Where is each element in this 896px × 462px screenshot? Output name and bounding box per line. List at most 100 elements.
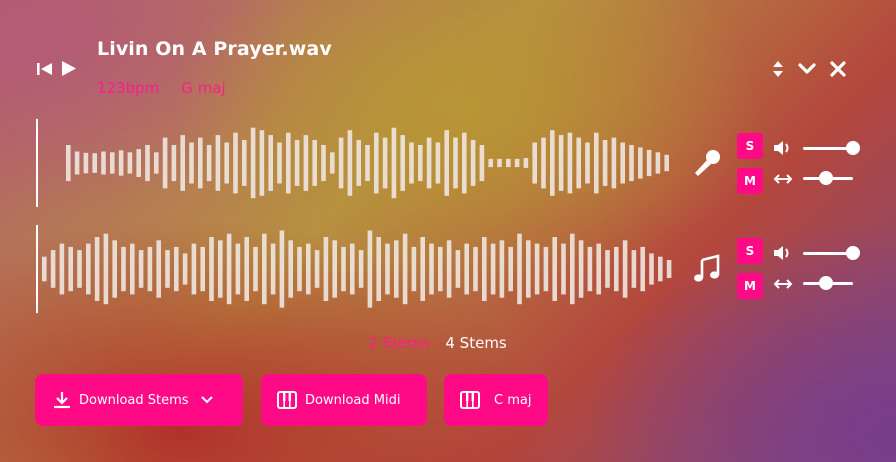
- waveform-bar: [470, 140, 476, 186]
- waveform-bar: [244, 237, 249, 301]
- waveform-bar: [455, 250, 461, 288]
- playhead[interactable]: [36, 225, 38, 313]
- waveform-bar: [517, 233, 522, 305]
- waveform-bar: [154, 152, 159, 174]
- track-meta: 123bpm G maj: [97, 79, 226, 97]
- skip-previous-icon[interactable]: [36, 61, 53, 77]
- waveform-bar: [402, 233, 408, 305]
- waveform-bar: [174, 246, 179, 292]
- waveform-bar: [42, 256, 47, 282]
- volume-knob[interactable]: [846, 246, 860, 260]
- waveform-bar: [462, 132, 467, 194]
- waveform-bar: [385, 243, 390, 295]
- waveform-bar: [180, 135, 185, 191]
- close-icon[interactable]: [830, 61, 846, 77]
- waveform-bar: [268, 135, 273, 191]
- waveform-bar: [330, 152, 335, 174]
- waveform-bar: [242, 140, 247, 186]
- waveform-bar: [365, 145, 370, 182]
- waveform-bar: [162, 137, 168, 189]
- waveform-bar: [614, 246, 619, 292]
- waveform-bar: [622, 240, 628, 298]
- waveform-bar: [68, 246, 73, 292]
- option-4-stems[interactable]: 4 Stems: [445, 334, 506, 352]
- waveform-bar: [347, 130, 353, 196]
- waveform-bar: [297, 246, 302, 292]
- piano-icon: [277, 391, 297, 409]
- waveform-bar: [666, 260, 672, 278]
- waveform-bar: [576, 137, 581, 189]
- playhead[interactable]: [36, 119, 38, 207]
- waveform-bar: [479, 145, 485, 182]
- waveform-bar: [508, 246, 513, 292]
- download-stems-label: Download Stems: [79, 392, 189, 408]
- chevron-down-icon[interactable]: [798, 62, 816, 76]
- file-title: Livin On A Prayer.wav: [97, 38, 332, 60]
- resize-vertical-icon[interactable]: [772, 60, 784, 78]
- waveform-bar: [259, 130, 265, 196]
- waveform-bar: [136, 149, 141, 177]
- waveform-bar: [66, 145, 71, 182]
- solo-button-vocals[interactable]: S: [737, 133, 763, 159]
- waveform-bar: [314, 250, 320, 288]
- mute-button-music[interactable]: M: [737, 273, 763, 299]
- waveform-bar: [534, 243, 540, 295]
- waveform-bar: [473, 246, 478, 292]
- waveform-bar: [640, 246, 645, 292]
- waveform-bar: [605, 250, 610, 288]
- waveform-bar: [358, 250, 364, 288]
- waveform-bar: [646, 149, 652, 177]
- waveform-track-vocals[interactable]: [36, 119, 676, 207]
- download-midi-button[interactable]: Download Midi: [261, 374, 427, 426]
- solo-button-music[interactable]: S: [737, 238, 763, 264]
- key-button[interactable]: C maj: [444, 374, 548, 426]
- mute-button-vocals[interactable]: M: [737, 168, 763, 194]
- waveform-bar: [209, 237, 214, 301]
- waveform-bar: [341, 246, 346, 292]
- play-icon[interactable]: [61, 60, 77, 77]
- waveform-bar: [558, 135, 564, 191]
- waveform-bar: [270, 243, 276, 295]
- pan-knob[interactable]: [818, 276, 833, 290]
- waveform-bar: [523, 158, 529, 168]
- waveform-bar: [655, 152, 661, 174]
- waveform-bar: [200, 246, 205, 292]
- waveform-bar: [629, 145, 634, 182]
- volume-knob[interactable]: [846, 141, 860, 155]
- download-icon: [53, 391, 71, 409]
- waveform-bar: [541, 137, 546, 189]
- waveform-bar: [189, 142, 194, 184]
- waveform-bar: [77, 250, 82, 288]
- option-2-stems[interactable]: 2 Stems: [368, 334, 429, 352]
- waveform-bar: [294, 140, 300, 186]
- waveform-bar: [409, 142, 414, 184]
- download-stems-button[interactable]: Download Stems: [35, 374, 243, 426]
- waveform-bar: [631, 250, 637, 288]
- waveform-bar: [464, 243, 469, 295]
- waveform-bar: [130, 243, 135, 295]
- waveform-bar: [488, 158, 493, 168]
- window-controls: [772, 60, 846, 78]
- pan-knob[interactable]: [818, 171, 833, 185]
- waveform-bar: [382, 137, 388, 189]
- waveform-bar: [103, 233, 109, 305]
- waveform: [66, 127, 669, 199]
- waveform-bar: [312, 140, 317, 186]
- waveform-bar: [147, 246, 153, 292]
- waveform-bar: [83, 152, 89, 174]
- waveform-bar: [288, 240, 293, 298]
- waveform-bar: [101, 151, 106, 175]
- waveform-bar: [411, 246, 417, 292]
- waveform-bar: [94, 237, 100, 301]
- waveform: [42, 230, 672, 308]
- waveform-bar: [561, 243, 566, 295]
- waveform-bar: [400, 135, 405, 191]
- waveform-bar: [253, 246, 258, 292]
- waveform-bar: [490, 243, 496, 295]
- waveform-bar: [514, 158, 520, 168]
- waveform-bar: [74, 151, 80, 175]
- waveform-track-music[interactable]: [36, 225, 676, 313]
- waveform-bar: [323, 237, 329, 301]
- waveform-bar: [262, 233, 267, 305]
- waveform-bar: [444, 130, 449, 196]
